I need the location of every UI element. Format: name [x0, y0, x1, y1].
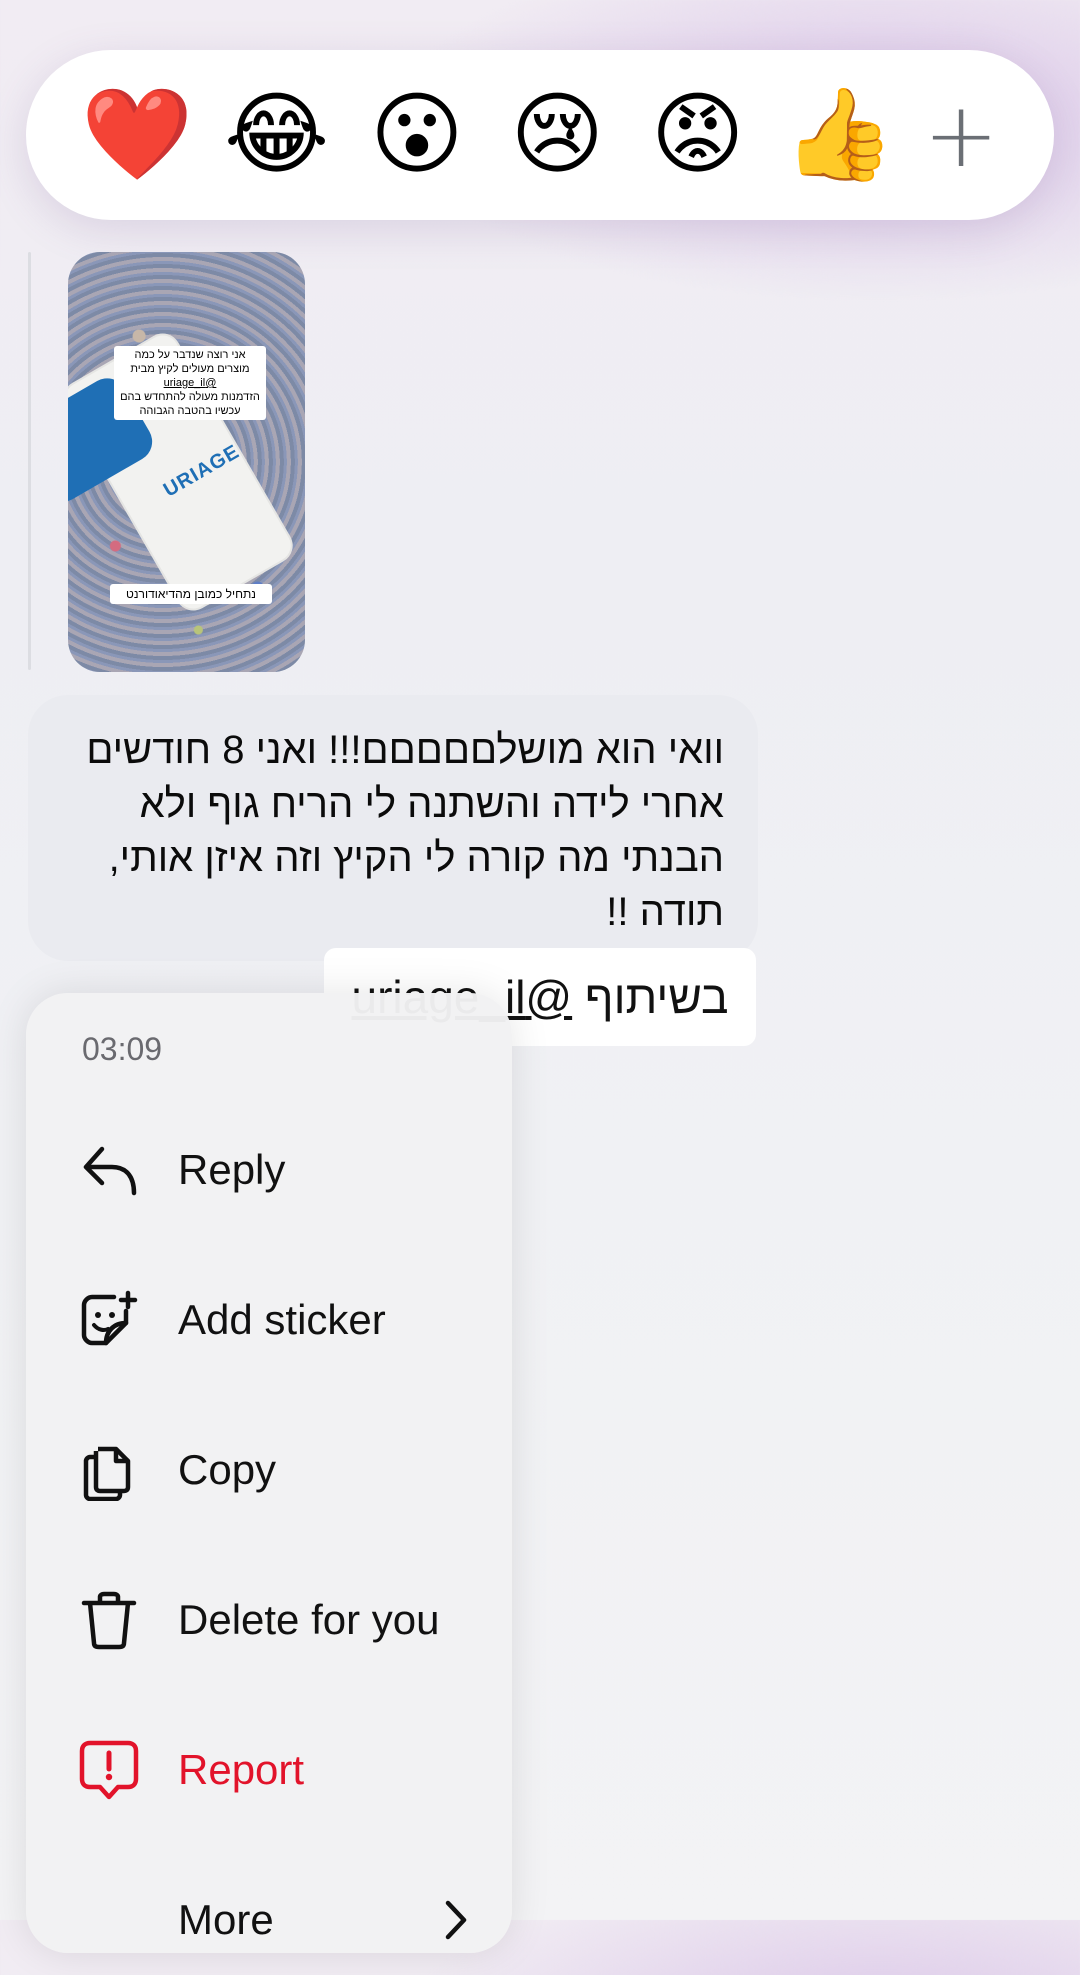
menu-item-label: Add sticker — [178, 1296, 386, 1343]
story-caption-line: מוצרים מעולים לקיץ מבית — [130, 363, 250, 375]
reaction-thumbs-up[interactable]: 👍 — [783, 90, 895, 180]
story-caption-line: @uriage_il — [163, 377, 217, 389]
menu-item-label: Reply — [178, 1146, 286, 1193]
copy-icon — [83, 1446, 131, 1501]
add-reaction-button[interactable]: + — [923, 83, 998, 188]
reaction-bar: ❤️ 😂 😮 😢 😡 👍 + — [26, 50, 1054, 220]
menu-item-delete[interactable]: Delete for you — [26, 1565, 512, 1675]
trash-icon — [81, 1591, 137, 1650]
sticker-icon — [81, 1290, 138, 1346]
story-bottom-caption: נתחיל כמובן מהדיאודורנט — [110, 584, 272, 604]
menu-item-label: More — [178, 1896, 274, 1943]
message-text: וואי הוא מושלםםםםם!!! ואני 8 חודשים אחרי… — [86, 728, 724, 934]
menu-item-reply[interactable]: Reply — [26, 1115, 512, 1225]
reaction-heart[interactable]: ❤️ — [81, 90, 193, 180]
story-caption-line: הזדמנות מעולה להתחדש בהם — [120, 391, 260, 403]
message-context-menu: 03:09 Reply Add sticker Copy Delete for … — [26, 993, 512, 1953]
menu-item-more[interactable]: More — [26, 1865, 512, 1975]
reply-indicator-line — [28, 252, 31, 670]
menu-item-label: Report — [178, 1746, 305, 1793]
menu-item-add-sticker[interactable]: Add sticker — [26, 1265, 512, 1375]
story-caption-line: אני רוצה שנדבר על כמה — [134, 349, 246, 361]
message-bubble[interactable]: וואי הוא מושלםםםםם!!! ואני 8 חודשים אחרי… — [28, 695, 758, 961]
mention-prefix: בשיתוף — [584, 971, 729, 1023]
message-timestamp: 03:09 — [82, 1031, 163, 1067]
menu-item-report[interactable]: Report — [26, 1715, 512, 1825]
story-caption-line: עכשיו בהטבה הגבוהה — [139, 405, 241, 417]
reaction-cry[interactable]: 😢 — [502, 90, 612, 180]
reaction-angry[interactable]: 😡 — [643, 90, 753, 180]
menu-item-copy[interactable]: Copy — [26, 1415, 512, 1525]
menu-item-label: Delete for you — [178, 1596, 440, 1643]
story-thumbnail[interactable]: URIAGE אני רוצה שנדבר על כמה מוצרים מעול… — [68, 252, 305, 672]
reply-icon — [83, 1146, 137, 1196]
story-caption: אני רוצה שנדבר על כמה מוצרים מעולים לקיץ… — [114, 346, 266, 420]
menu-item-label: Copy — [178, 1446, 277, 1493]
report-icon — [79, 1740, 139, 1800]
reaction-laugh[interactable]: 😂 — [222, 90, 332, 180]
chevron-right-icon — [445, 1900, 467, 1940]
reaction-wow[interactable]: 😮 — [362, 90, 472, 180]
